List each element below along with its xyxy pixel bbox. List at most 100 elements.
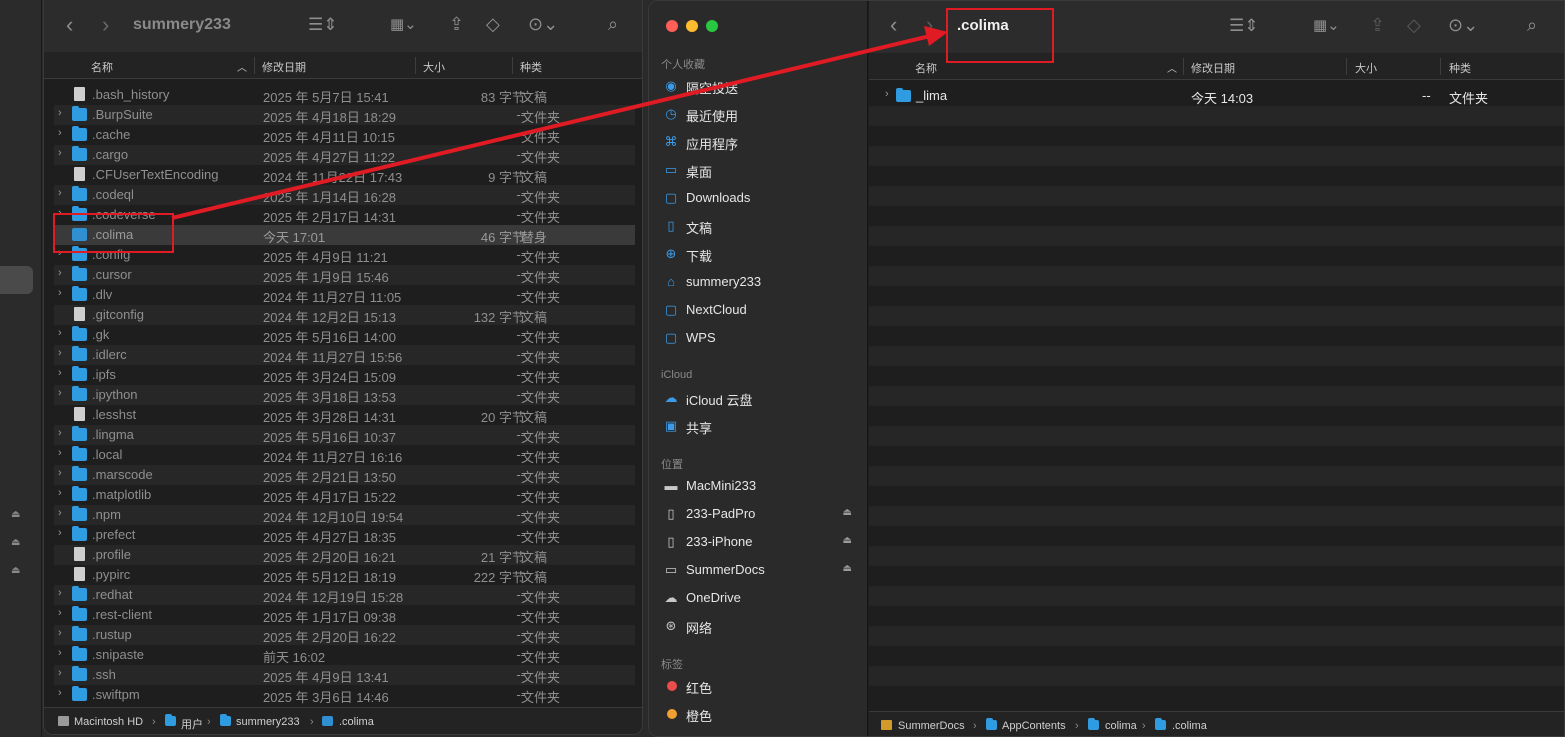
disclosure-triangle-icon[interactable]: › bbox=[58, 447, 62, 459]
disclosure-triangle-icon[interactable]: › bbox=[58, 687, 62, 699]
column-kind[interactable]: 种类 bbox=[1449, 60, 1471, 76]
sidebar-item[interactable]: ▯ 233-iPhone ⏏ bbox=[663, 532, 858, 552]
table-row[interactable]: › .redhat 2024 年 12月19日 15:28 -- 文件夹 bbox=[54, 585, 635, 605]
eject-icon[interactable]: ⏏ bbox=[11, 565, 23, 576]
list-view-icon[interactable]: ☰⇕ bbox=[308, 15, 337, 35]
column-divider[interactable] bbox=[1183, 58, 1184, 75]
disclosure-triangle-icon[interactable]: › bbox=[58, 127, 62, 139]
disclosure-triangle-icon[interactable]: › bbox=[58, 627, 62, 639]
table-row[interactable]: .bash_history 2025 年 5月7日 15:41 83 字节 文稿 bbox=[54, 85, 635, 105]
sidebar-item[interactable]: ⊛ 网络 bbox=[663, 616, 858, 636]
table-row[interactable]: › _lima 今天 14:03 -- 文件夹 bbox=[869, 86, 1564, 106]
path-item[interactable]: colima bbox=[1105, 720, 1137, 732]
table-row[interactable]: › .snipaste 前天 16:02 -- 文件夹 bbox=[54, 645, 635, 665]
group-icon[interactable]: ▦⌄ bbox=[390, 15, 417, 35]
table-row[interactable]: › .cargo 2025 年 4月27日 11:22 -- 文件夹 bbox=[54, 145, 635, 165]
disclosure-triangle-icon[interactable]: › bbox=[58, 667, 62, 679]
path-item[interactable]: .colima bbox=[339, 716, 374, 728]
table-row[interactable]: › .cursor 2025 年 1月9日 15:46 -- 文件夹 bbox=[54, 265, 635, 285]
group-icon[interactable]: ▦⌄ bbox=[1313, 16, 1340, 36]
path-item[interactable]: summery233 bbox=[236, 716, 300, 728]
sidebar-item[interactable]: ▢ Downloads bbox=[663, 188, 858, 208]
tag-icon[interactable]: ◇ bbox=[1407, 15, 1421, 35]
column-divider[interactable] bbox=[1346, 58, 1347, 75]
sidebar-item[interactable]: ▬ MacMini233 bbox=[663, 476, 858, 496]
sidebar-item[interactable]: ⌂ summery233 bbox=[663, 272, 858, 292]
sidebar-item[interactable]: ◷ 最近使用 bbox=[663, 104, 858, 124]
column-divider[interactable] bbox=[415, 57, 416, 74]
path-item[interactable]: AppContents bbox=[1002, 720, 1066, 732]
column-date[interactable]: 修改日期 bbox=[262, 59, 306, 75]
table-row[interactable]: .CFUserTextEncoding 2024 年 11月22日 17:43 9 … bbox=[54, 165, 635, 185]
sidebar-item[interactable]: ▭ 桌面 bbox=[663, 160, 858, 180]
table-row[interactable]: › .npm 2024 年 12月10日 19:54 -- 文件夹 bbox=[54, 505, 635, 525]
disclosure-triangle-icon[interactable]: › bbox=[58, 287, 62, 299]
disclosure-triangle-icon[interactable]: › bbox=[58, 147, 62, 159]
minimize-button[interactable] bbox=[686, 20, 698, 32]
eject-icon[interactable]: ⏏ bbox=[843, 507, 852, 518]
table-row[interactable]: › .codeql 2025 年 1月14日 16:28 -- 文件夹 bbox=[54, 185, 635, 205]
table-row[interactable]: › .marscode 2025 年 2月21日 13:50 -- 文件夹 bbox=[54, 465, 635, 485]
disclosure-triangle-icon[interactable]: › bbox=[58, 267, 62, 279]
table-row[interactable]: › .BurpSuite 2025 年 4月18日 18:29 -- 文件夹 bbox=[54, 105, 635, 125]
forward-icon[interactable]: › bbox=[102, 14, 109, 36]
table-row[interactable]: › .prefect 2025 年 4月27日 18:35 -- 文件夹 bbox=[54, 525, 635, 545]
column-date[interactable]: 修改日期 bbox=[1191, 60, 1235, 76]
sort-ascending-icon[interactable]: ︿ bbox=[237, 59, 247, 74]
sidebar-item[interactable]: ▢ NextCloud bbox=[663, 300, 858, 320]
search-icon[interactable]: ⌕ bbox=[608, 14, 618, 34]
table-row[interactable]: .pypirc 2025 年 5月12日 18:19 222 字节 文稿 bbox=[54, 565, 635, 585]
table-row[interactable]: .lesshst 2025 年 3月28日 14:31 20 字节 文稿 bbox=[54, 405, 635, 425]
column-divider[interactable] bbox=[1440, 58, 1441, 75]
table-row[interactable]: › .lingma 2025 年 5月16日 10:37 -- 文件夹 bbox=[54, 425, 635, 445]
sidebar-item[interactable]: ▯ 文稿 bbox=[663, 216, 858, 236]
tag-icon[interactable]: ◇ bbox=[486, 14, 500, 34]
table-row[interactable]: .gitconfig 2024 年 12月2日 15:13 132 字节 文稿 bbox=[54, 305, 635, 325]
eject-icon[interactable]: ⏏ bbox=[843, 563, 852, 574]
eject-icon[interactable]: ⏏ bbox=[11, 509, 23, 520]
selected-sidebar-item[interactable] bbox=[0, 266, 33, 294]
disclosure-triangle-icon[interactable]: › bbox=[58, 327, 62, 339]
sidebar-item[interactable]: ▭ SummerDocs ⏏ bbox=[663, 560, 858, 580]
sort-ascending-icon[interactable]: ︿ bbox=[1167, 60, 1177, 75]
share-icon[interactable]: ⇪ bbox=[1370, 15, 1385, 35]
column-size[interactable]: 大小 bbox=[1355, 60, 1377, 76]
table-row[interactable]: › .swiftpm 2025 年 3月6日 14:46 -- 文件夹 bbox=[54, 685, 635, 705]
table-row[interactable]: › .rustup 2025 年 2月20日 16:22 -- 文件夹 bbox=[54, 625, 635, 645]
action-menu-icon[interactable]: ⊙⌄ bbox=[528, 14, 558, 34]
back-icon[interactable]: ‹ bbox=[66, 14, 73, 36]
disclosure-triangle-icon[interactable]: › bbox=[58, 527, 62, 539]
sidebar-tag[interactable]: 橙色 bbox=[663, 704, 858, 724]
path-item[interactable]: 用户 bbox=[181, 716, 203, 732]
table-row[interactable]: › .idlerc 2024 年 11月27日 15:56 -- 文件夹 bbox=[54, 345, 635, 365]
disclosure-triangle-icon[interactable]: › bbox=[58, 107, 62, 119]
disclosure-triangle-icon[interactable]: › bbox=[58, 487, 62, 499]
path-item[interactable]: SummerDocs bbox=[898, 720, 965, 732]
column-name[interactable]: 名称 bbox=[91, 59, 113, 75]
table-row[interactable]: › .ipython 2025 年 3月18日 13:53 -- 文件夹 bbox=[54, 385, 635, 405]
disclosure-triangle-icon[interactable]: › bbox=[58, 427, 62, 439]
action-menu-icon[interactable]: ⊙⌄ bbox=[1448, 15, 1478, 35]
path-item[interactable]: Macintosh HD bbox=[74, 716, 143, 728]
table-row[interactable]: .profile 2025 年 2月20日 16:21 21 字节 文稿 bbox=[54, 545, 635, 565]
zoom-button[interactable] bbox=[706, 20, 718, 32]
close-button[interactable] bbox=[666, 20, 678, 32]
sidebar-item[interactable]: ☁ iCloud 云盘 bbox=[663, 388, 858, 408]
disclosure-triangle-icon[interactable]: › bbox=[58, 347, 62, 359]
eject-icon[interactable]: ⏏ bbox=[843, 535, 852, 546]
table-row[interactable]: › .matplotlib 2025 年 4月17日 15:22 -- 文件夹 bbox=[54, 485, 635, 505]
disclosure-triangle-icon[interactable]: › bbox=[885, 88, 889, 100]
eject-icon[interactable]: ⏏ bbox=[11, 537, 23, 548]
disclosure-triangle-icon[interactable]: › bbox=[58, 607, 62, 619]
forward-icon[interactable]: › bbox=[926, 14, 933, 36]
disclosure-triangle-icon[interactable]: › bbox=[58, 187, 62, 199]
column-name[interactable]: 名称 bbox=[915, 60, 937, 76]
disclosure-triangle-icon[interactable]: › bbox=[58, 367, 62, 379]
disclosure-triangle-icon[interactable]: › bbox=[58, 587, 62, 599]
disclosure-triangle-icon[interactable]: › bbox=[58, 647, 62, 659]
disclosure-triangle-icon[interactable]: › bbox=[58, 467, 62, 479]
share-icon[interactable]: ⇪ bbox=[449, 14, 464, 34]
sidebar-item[interactable]: ▯ 233-PadPro ⏏ bbox=[663, 504, 858, 524]
table-row[interactable]: › .ssh 2025 年 4月9日 13:41 -- 文件夹 bbox=[54, 665, 635, 685]
table-row[interactable]: › .ipfs 2025 年 3月24日 15:09 -- 文件夹 bbox=[54, 365, 635, 385]
